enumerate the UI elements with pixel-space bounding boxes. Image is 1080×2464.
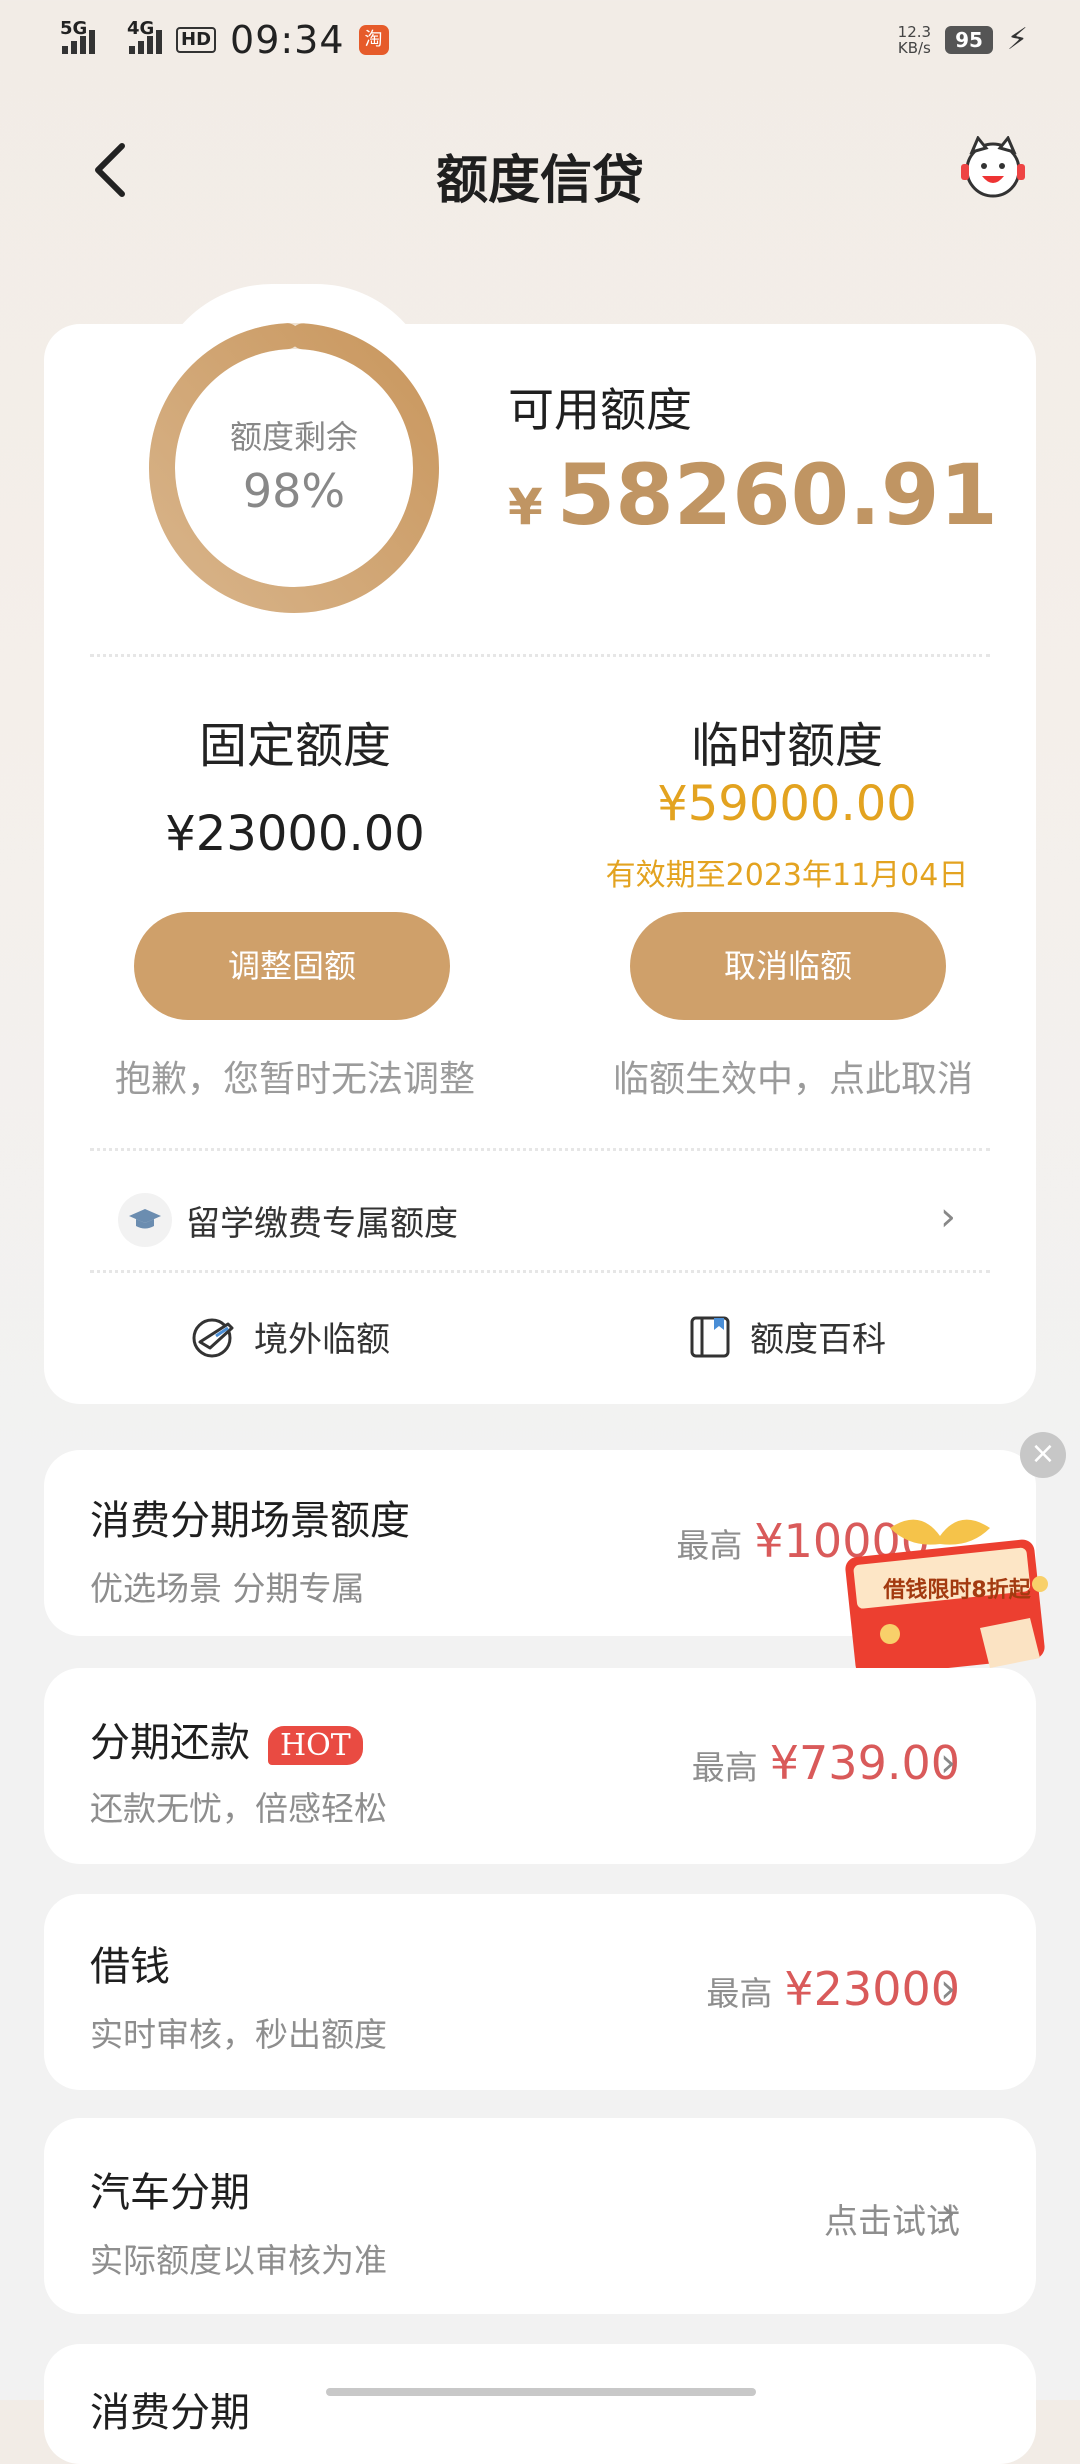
row-subtitle: 实际额度以审核为准 (90, 2241, 387, 2280)
chevron-right-icon: › (940, 1966, 956, 2012)
row-title: 借钱 (90, 1944, 170, 1990)
ring-label: 额度剩余 (229, 418, 358, 456)
status-right: 12.3 KB/s 95 ⚡ (898, 22, 1028, 57)
divider (90, 654, 990, 657)
signal-5g-icon: 5G (60, 18, 95, 54)
row-title: 消费分期场景额度 (90, 1498, 410, 1544)
divider (90, 1270, 990, 1273)
currency-symbol: ¥ (508, 478, 543, 536)
adjust-fixed-quota-button[interactable]: 调整固额 (134, 912, 450, 1020)
temp-quota-expiry: 有效期至2023年11月04日 (605, 858, 969, 893)
row-max-amount: 最高 ¥739.00 (692, 1736, 960, 1790)
signal-4g-icon: 4G (127, 18, 162, 54)
fixed-quota-amount: ¥23000.00 (165, 806, 425, 862)
row-max-amount: 最高 ¥23000 (706, 1962, 960, 2016)
network-4g-label: 4G (127, 18, 155, 39)
ring-percent: 98% (242, 464, 346, 518)
customer-service-button[interactable] (958, 135, 1028, 200)
airplane-globe-icon (192, 1318, 234, 1357)
status-bar: 5G 4G HD 09:34 淘 12.3 KB/s 95 ⚡ (0, 0, 1080, 80)
max-prefix: 最高 (676, 1526, 743, 1565)
overseas-temp-quota-link[interactable]: 境外临额 (190, 1312, 390, 1361)
cancel-temp-quota-button[interactable]: 取消临额 (630, 912, 946, 1020)
page-title: 额度信贷 (435, 151, 644, 211)
chevron-right-icon: › (940, 1740, 956, 1786)
customer-service-mascot-icon (961, 135, 1025, 198)
row-subtitle: 实时审核，秒出额度 (90, 2015, 387, 2054)
row-subtitle: 还款无忧，倍感轻松 (90, 1789, 387, 1828)
divider (90, 1148, 990, 1151)
max-prefix: 最高 (706, 1974, 773, 2013)
available-quota-amount: ¥58260.91 (508, 446, 998, 544)
speed-unit: KB/s (897, 38, 931, 57)
temp-quota-hint[interactable]: 临额生效中，点此取消 (586, 1050, 1000, 1102)
quota-wiki-label: 额度百科 (750, 1320, 886, 1360)
battery-icon: 95 (945, 25, 993, 54)
network-speed: 12.3 KB/s (898, 24, 931, 56)
row-subtitle: 优选场景 分期专属 (90, 1569, 365, 1608)
clock: 09:34 (230, 18, 345, 62)
network-5g-label: 5G (60, 18, 88, 39)
book-icon (690, 1316, 730, 1357)
fixed-quota-hint: 抱歉，您暂时无法调整 (114, 1059, 475, 1100)
study-abroad-quota-row[interactable]: 留学缴费专属额度 (118, 1192, 968, 1248)
home-indicator[interactable] (326, 2388, 756, 2396)
promo-text: 借钱限时8折起 (883, 1578, 1031, 1603)
max-value: ¥739.00 (769, 1736, 960, 1790)
row-title: 汽车分期 (90, 2170, 250, 2216)
graduation-cap-icon (118, 1193, 172, 1247)
chevron-right-icon: › (940, 1194, 956, 1240)
hot-badge: HOT (268, 1725, 363, 1765)
row-title: 分期还款 (90, 1720, 250, 1766)
charging-icon: ⚡ (1006, 22, 1028, 57)
speed-value: 12.3 (897, 22, 932, 41)
chevron-right-icon: › (940, 2190, 956, 2236)
max-value: ¥23000 (784, 1962, 960, 2016)
status-left: 5G 4G HD 09:34 淘 (60, 18, 389, 62)
temp-quota-label: 临时额度 (690, 718, 883, 774)
close-promo-button[interactable]: × (1020, 1432, 1066, 1478)
row-title: 消费分期 (90, 2390, 250, 2436)
available-amount-value: 58260.91 (556, 446, 998, 544)
temp-quota-amount: ¥59000.00 (657, 776, 917, 832)
max-prefix: 最高 (691, 1748, 758, 1787)
quota-wiki-link[interactable]: 额度百科 (688, 1312, 886, 1361)
taobao-notification-icon: 淘 (358, 25, 389, 55)
hd-voice-icon: HD (176, 27, 217, 53)
row-title-wrap: 分期还款 HOT (90, 1710, 363, 1768)
available-quota-label: 可用额度 (508, 383, 692, 437)
fixed-quota-label: 固定额度 (198, 718, 391, 774)
study-abroad-quota-label: 留学缴费专属额度 (186, 1203, 458, 1244)
overseas-temp-quota-label: 境外临额 (254, 1320, 390, 1360)
